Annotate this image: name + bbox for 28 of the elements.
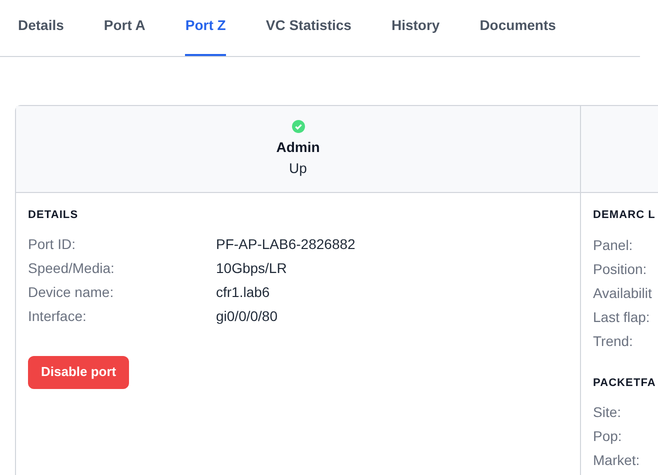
tab[interactable]: Details [18, 0, 64, 56]
field-label: Device name: [28, 283, 115, 302]
tab[interactable]: VC Statistics [266, 0, 352, 56]
field-value: 10Gbps/LR [216, 259, 288, 278]
field-label: Availabilit [593, 284, 652, 302]
tab[interactable]: Port Z [185, 0, 226, 56]
section-heading: PACKETFA [593, 376, 657, 390]
field-label: Last flap: [593, 308, 650, 327]
field-label: Speed/Media: [28, 259, 116, 278]
field-label: Pop: [593, 427, 622, 446]
field-label: Port ID: [28, 235, 76, 254]
tab[interactable]: History [391, 0, 440, 56]
section-heading: DEMARC L [593, 208, 656, 223]
status-title: Admin [276, 138, 320, 157]
field-value: cfr1.lab6 [216, 283, 271, 302]
tab[interactable]: Documents [480, 0, 556, 56]
section-heading: DETAILS [28, 208, 80, 223]
disable-port-button[interactable]: Disable port [28, 356, 130, 388]
field-value: gi0/0/0/80 [216, 307, 278, 326]
field-label: Site: [593, 403, 622, 422]
field-label: Panel: [593, 236, 633, 254]
status-value: Up [289, 159, 307, 178]
field-label: Interface: [28, 307, 88, 326]
tab[interactable]: Port A [104, 0, 146, 56]
field-value: PF-AP-LAB6-2826882 [216, 235, 356, 254]
field-label: Market: [593, 451, 640, 470]
field-label: Trend: [593, 332, 633, 350]
field-label: Position: [593, 260, 647, 278]
